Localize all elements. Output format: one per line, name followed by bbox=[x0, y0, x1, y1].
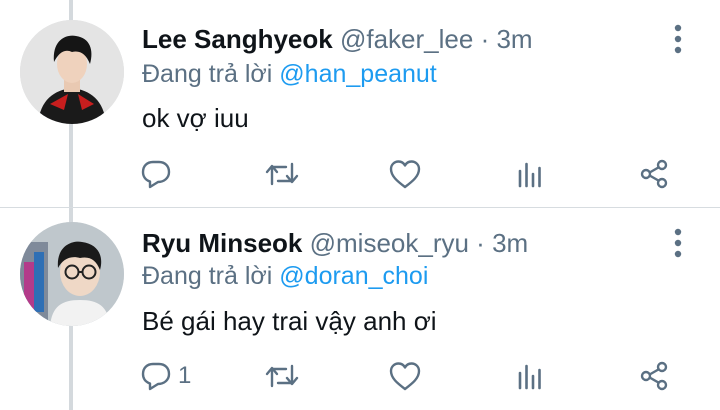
like-button[interactable] bbox=[388, 358, 422, 394]
user-handle[interactable]: @miseok_ryu bbox=[310, 228, 469, 258]
reply-mention-link[interactable]: @han_peanut bbox=[279, 60, 436, 88]
bar-chart-icon bbox=[518, 162, 541, 188]
separator-dot: · bbox=[480, 24, 490, 54]
reply-count: 1 bbox=[178, 362, 192, 389]
share-icon bbox=[640, 361, 668, 391]
tweet-text: Bé gái hay trai vậy anh ơi bbox=[142, 306, 437, 336]
speech-bubble-icon bbox=[141, 362, 171, 391]
tweet-actions: 1 bbox=[140, 358, 700, 394]
reply-mention-link[interactable]: @doran_choi bbox=[279, 262, 428, 290]
view-stats-button[interactable] bbox=[514, 156, 546, 192]
tweet[interactable]: Ryu Minseok @miseok_ryu · 3m Đang trả lờ… bbox=[0, 208, 720, 408]
share-button[interactable] bbox=[638, 156, 670, 192]
share-icon bbox=[640, 159, 668, 189]
like-button[interactable] bbox=[388, 156, 422, 192]
vertical-ellipsis-icon bbox=[674, 228, 682, 258]
tweet[interactable]: Lee Sanghyeok @faker_lee · 3m Đang trả l… bbox=[0, 0, 720, 200]
reply-button[interactable]: 1 bbox=[140, 358, 191, 394]
display-name[interactable]: Lee Sanghyeok bbox=[142, 24, 333, 54]
avatar-image bbox=[20, 222, 124, 326]
heart-icon bbox=[389, 362, 421, 391]
reply-prefix: Đang trả lời bbox=[142, 60, 273, 88]
view-stats-button[interactable] bbox=[514, 358, 546, 394]
retweet-icon bbox=[265, 364, 299, 388]
reply-context: Đang trả lời @doran_choi bbox=[142, 260, 428, 292]
share-button[interactable] bbox=[638, 358, 670, 394]
more-options-button[interactable] bbox=[664, 228, 692, 258]
vertical-ellipsis-icon bbox=[674, 24, 682, 54]
timestamp[interactable]: 3m bbox=[496, 24, 532, 54]
more-options-button[interactable] bbox=[664, 24, 692, 54]
reply-context: Đang trả lời @han_peanut bbox=[142, 58, 437, 90]
separator-dot: · bbox=[476, 228, 485, 258]
reply-button[interactable] bbox=[140, 156, 178, 192]
tweet-header: Ryu Minseok @miseok_ryu · 3m bbox=[142, 226, 528, 260]
retweet-button[interactable] bbox=[264, 358, 300, 394]
heart-icon bbox=[389, 160, 421, 189]
retweet-icon bbox=[265, 162, 299, 186]
display-name[interactable]: Ryu Minseok bbox=[142, 228, 302, 258]
avatar-image bbox=[20, 20, 124, 124]
retweet-button[interactable] bbox=[264, 156, 300, 192]
speech-bubble-icon bbox=[141, 160, 171, 189]
tweet-header: Lee Sanghyeok @faker_lee · 3m bbox=[142, 22, 533, 56]
tweet-actions bbox=[140, 156, 700, 192]
timestamp[interactable]: 3m bbox=[492, 228, 528, 258]
tweet-text: ok vợ iuu bbox=[142, 103, 249, 133]
avatar[interactable] bbox=[20, 20, 124, 124]
avatar[interactable] bbox=[20, 222, 124, 326]
user-handle[interactable]: @faker_lee bbox=[340, 24, 473, 54]
reply-prefix: Đang trả lời bbox=[142, 262, 273, 290]
bar-chart-icon bbox=[518, 364, 541, 390]
